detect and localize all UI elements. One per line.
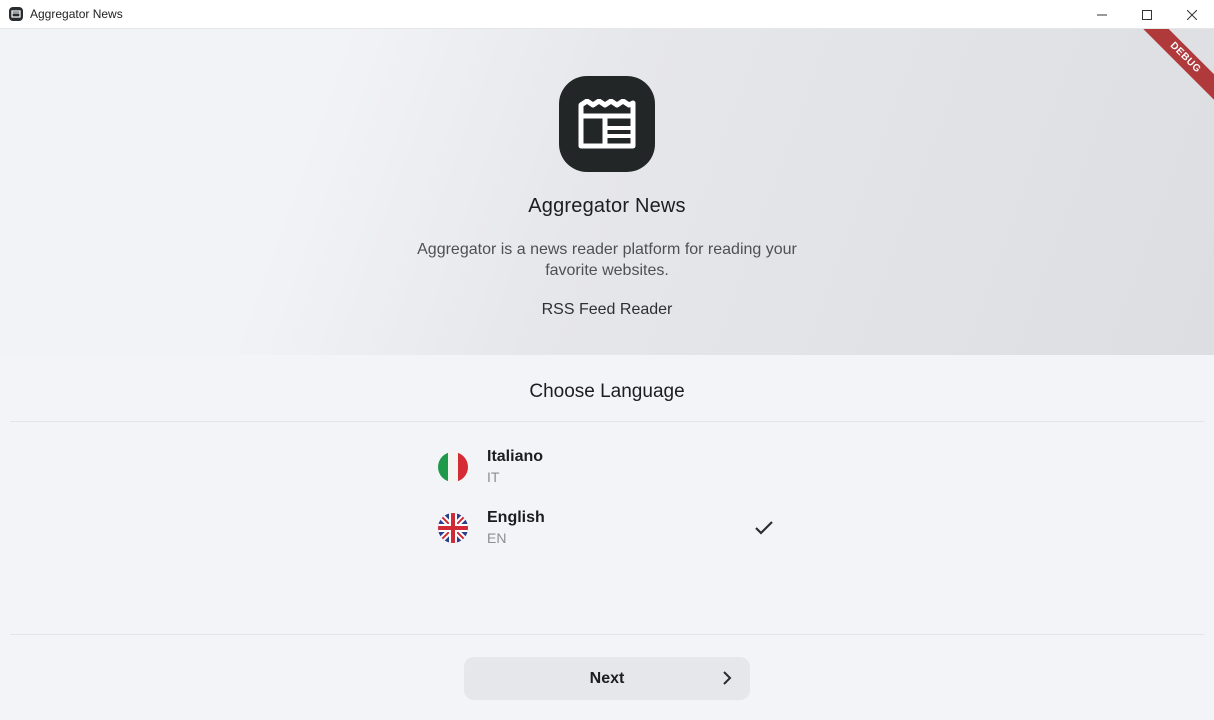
language-item-italiano[interactable]: Italiano IT [438, 436, 778, 497]
top-divider [10, 421, 1204, 422]
choose-language-title: Choose Language [529, 381, 685, 402]
next-button-label: Next [589, 669, 625, 687]
minimize-icon [1096, 14, 1107, 15]
next-button[interactable]: Next [464, 657, 750, 700]
language-list: Italiano IT English EN [438, 436, 778, 558]
uk-flag-icon [438, 512, 468, 543]
maximize-button[interactable] [1124, 0, 1169, 29]
close-button[interactable] [1169, 0, 1214, 29]
bottom-divider [10, 634, 1204, 635]
app-icon [8, 6, 24, 22]
minimize-button[interactable] [1079, 0, 1124, 29]
app-name: Aggregator News [528, 195, 686, 217]
newspaper-icon [559, 76, 655, 172]
language-name: Italiano [487, 447, 544, 465]
close-icon [1186, 9, 1197, 20]
language-name: English [487, 508, 545, 526]
window-title-bar: Aggregator News [0, 0, 1214, 29]
window-title: Aggregator News [30, 7, 123, 21]
language-code: EN [487, 529, 507, 546]
chevron-right-icon [722, 671, 732, 690]
italy-flag-icon [438, 451, 468, 482]
language-item-english[interactable]: English EN [438, 497, 778, 558]
debug-banner: DEBUG [1139, 29, 1214, 104]
app-tagline: RSS Feed Reader [541, 301, 673, 318]
app-description: Aggregator is a news reader platform for… [417, 241, 797, 279]
maximize-icon [1141, 9, 1152, 20]
hero-section: Aggregator News Aggregator is a news rea… [0, 29, 1214, 355]
checkmark-icon [754, 518, 774, 543]
language-code: IT [487, 468, 500, 485]
